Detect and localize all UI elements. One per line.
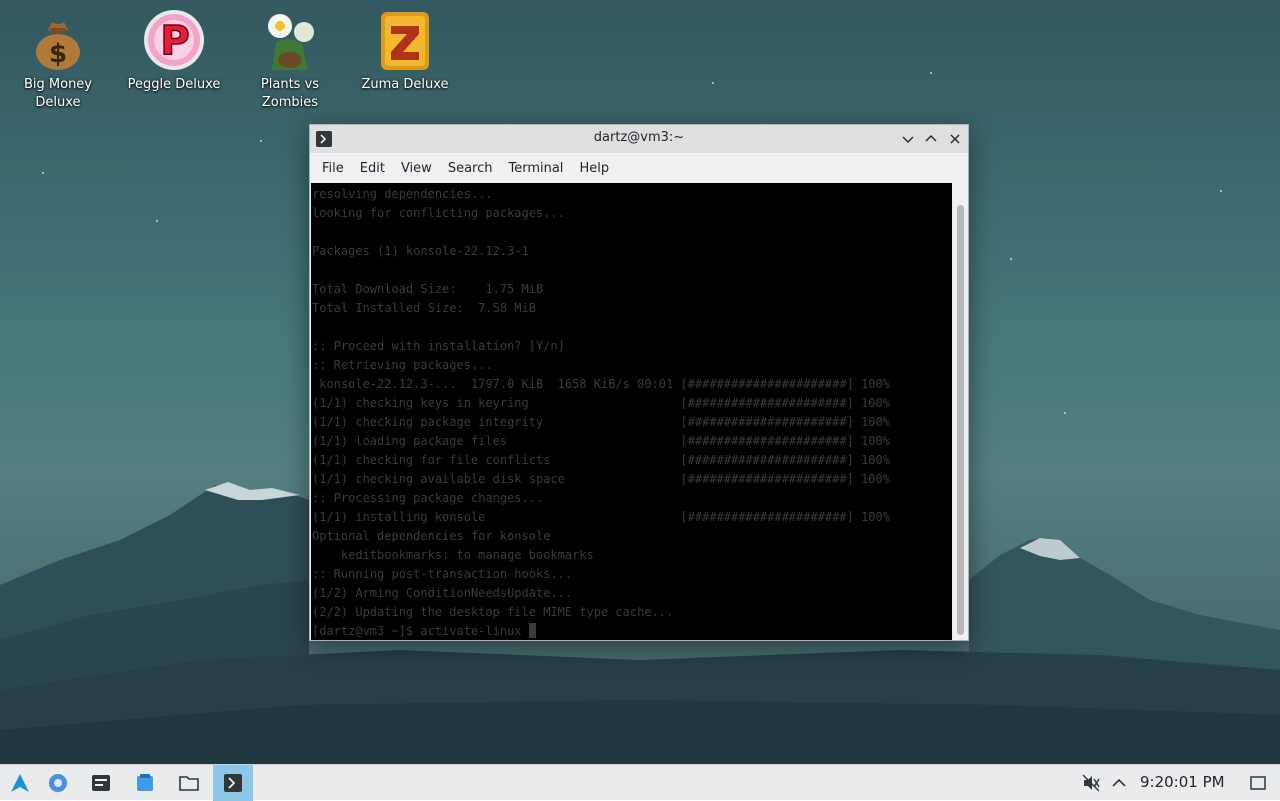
terminal-cursor bbox=[528, 623, 536, 638]
svg-text:$: $ bbox=[49, 39, 67, 69]
volume-muted-icon[interactable] bbox=[1081, 773, 1101, 793]
desktop-icon-peggle[interactable]: P Peggle Deluxe bbox=[126, 8, 222, 94]
menu-file[interactable]: File bbox=[314, 157, 352, 180]
browser-icon bbox=[49, 774, 67, 792]
taskbar-browser[interactable] bbox=[38, 765, 78, 801]
taskbar-files[interactable] bbox=[169, 765, 209, 801]
menu-search[interactable]: Search bbox=[440, 157, 501, 180]
desktop-icon-plants-vs-zombies[interactable]: Plants vs Zombies bbox=[242, 8, 338, 112]
zuma-icon bbox=[381, 12, 429, 70]
system-tray-expand-icon[interactable] bbox=[1110, 774, 1128, 792]
window-titlebar[interactable]: dartz@vm3:~ bbox=[310, 125, 968, 153]
desktop-icon-big-money[interactable]: $ Big Money Deluxe bbox=[10, 8, 106, 112]
konsole-window[interactable]: dartz@vm3:~ File Edit View Search Termin… bbox=[309, 124, 969, 641]
clock[interactable]: 9:20:01 PM bbox=[1140, 773, 1225, 791]
svg-text:P: P bbox=[160, 18, 189, 64]
settings-icon bbox=[92, 775, 110, 791]
desktop-icon-zuma[interactable]: Zuma Deluxe bbox=[357, 8, 453, 94]
minimize-icon[interactable] bbox=[899, 130, 917, 148]
maximize-icon[interactable] bbox=[922, 130, 940, 148]
show-desktop-icon[interactable] bbox=[1249, 774, 1267, 792]
menu-bar: File Edit View Search Terminal Help bbox=[310, 153, 968, 183]
terminal-icon bbox=[224, 774, 242, 792]
peggle-icon: P bbox=[144, 10, 204, 70]
terminal-scrollbar[interactable] bbox=[953, 183, 968, 640]
scrollbar-thumb[interactable] bbox=[957, 205, 964, 635]
money-bag-icon: $ bbox=[36, 22, 80, 70]
software-store-icon bbox=[137, 774, 153, 791]
arch-logo-icon bbox=[11, 774, 29, 792]
close-icon[interactable] bbox=[946, 130, 964, 148]
terminal-output[interactable]: resolving dependencies... looking for co… bbox=[311, 183, 952, 640]
application-launcher[interactable] bbox=[0, 765, 40, 801]
taskbar: 9:20:01 PM bbox=[0, 764, 1280, 801]
desktop-icon-label: Plants vs Zombies bbox=[260, 77, 320, 110]
window-title: dartz@vm3:~ bbox=[593, 130, 685, 145]
menu-help[interactable]: Help bbox=[571, 157, 617, 180]
taskbar-settings[interactable] bbox=[81, 765, 121, 801]
terminal-text: resolving dependencies... looking for co… bbox=[312, 187, 890, 638]
menu-edit[interactable]: Edit bbox=[352, 157, 393, 180]
desktop-icon-label: Big Money Deluxe bbox=[23, 77, 92, 110]
plants-vs-zombies-icon bbox=[268, 14, 314, 70]
desktop: $ Big Money Deluxe P Peggle Deluxe Plant… bbox=[0, 0, 1280, 764]
folder-icon bbox=[179, 776, 199, 791]
desktop-icon-label: Zuma Deluxe bbox=[361, 77, 449, 92]
taskbar-software-store[interactable] bbox=[125, 765, 165, 801]
desktop-icon-label: Peggle Deluxe bbox=[127, 77, 221, 92]
menu-terminal[interactable]: Terminal bbox=[500, 157, 571, 180]
terminal-prompt: [dartz@vm3 ~]$ activate-linux bbox=[312, 624, 529, 638]
menu-view[interactable]: View bbox=[393, 157, 440, 180]
taskbar-konsole[interactable] bbox=[213, 765, 253, 801]
